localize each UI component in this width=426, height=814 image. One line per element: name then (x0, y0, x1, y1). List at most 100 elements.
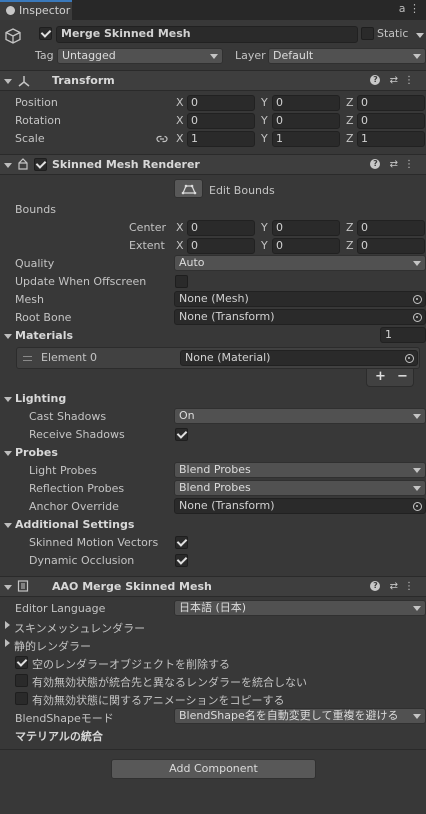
chevron-down-icon (413, 486, 421, 491)
bounds-label: Bounds (15, 203, 56, 216)
help-icon[interactable]: ? (370, 581, 381, 591)
dynamic-occlusion-checkbox[interactable] (175, 554, 188, 567)
rotation-x-input[interactable]: 0 (187, 113, 255, 129)
object-name-input[interactable]: Merge Skinned Mesh (56, 26, 358, 43)
quality-dropdown[interactable]: Auto (174, 255, 426, 271)
rotation-label: Rotation (15, 114, 62, 127)
editor-language-dropdown[interactable]: 日本語 (日本) (174, 600, 426, 616)
rotation-z-input[interactable]: 0 (357, 113, 425, 129)
foldout-arrow-icon[interactable] (4, 163, 12, 168)
element0-object-field[interactable]: None (Material) (180, 350, 418, 366)
axis-x-label: X (176, 132, 184, 145)
blendshape-mode-dropdown[interactable]: BlendShape名を自動変更して重複を避ける (174, 708, 426, 724)
mesh-object-field[interactable]: None (Mesh) (174, 291, 426, 307)
position-z-input[interactable]: 0 (357, 95, 425, 111)
editor-language-label: Editor Language (15, 602, 106, 615)
element0-value: None (Material) (185, 351, 271, 364)
quality-label: Quality (15, 257, 55, 270)
extent-y-input[interactable]: 0 (272, 238, 340, 254)
extent-x-input[interactable]: 0 (187, 238, 255, 254)
reflection-probes-label: Reflection Probes (29, 482, 125, 495)
light-probes-dropdown[interactable]: Blend Probes (174, 462, 426, 478)
probes-foldout-icon[interactable] (4, 451, 12, 456)
remove-empty-checkbox[interactable] (15, 656, 28, 669)
tab-inspector[interactable]: Inspector (0, 0, 72, 20)
transform-header[interactable]: Transform ? ⇄⋮ (0, 70, 426, 91)
preset-icon[interactable]: ⇄ (390, 581, 404, 592)
edit-bounds-button[interactable] (174, 179, 203, 198)
copy-enable-animation-checkbox[interactable] (15, 692, 28, 705)
materials-foldout-icon[interactable] (4, 334, 12, 339)
skinned-renderers-label[interactable]: スキンメッシュレンダラー (14, 620, 145, 636)
mesh-value: None (Mesh) (179, 292, 249, 305)
cast-shadows-dropdown[interactable]: On (174, 408, 426, 424)
foldout-arrow-icon[interactable] (4, 585, 12, 590)
probes-label[interactable]: Probes (15, 446, 58, 459)
scale-z-input[interactable]: 1 (357, 131, 425, 147)
help-icon[interactable]: ? (370, 75, 381, 85)
object-active-checkbox[interactable] (39, 27, 52, 40)
skinned-renderers-foldout-icon[interactable] (5, 621, 10, 629)
additional-settings-label[interactable]: Additional Settings (15, 518, 134, 531)
additional-settings-foldout-icon[interactable] (4, 523, 12, 528)
object-picker-icon[interactable] (405, 354, 414, 363)
material-merge-label: マテリアルの統合 (15, 730, 103, 743)
update-offscreen-label: Update When Offscreen (15, 275, 147, 288)
static-renderers-foldout-icon[interactable] (5, 639, 10, 647)
foldout-arrow-icon[interactable] (4, 79, 12, 84)
constrain-proportions-link-icon[interactable] (156, 134, 168, 144)
lock-icon[interactable]: 𝖺 (399, 2, 406, 15)
static-checkbox[interactable] (361, 27, 374, 40)
more-icon[interactable]: ⋮ (404, 581, 420, 592)
static-dropdown-icon[interactable] (416, 33, 424, 38)
object-picker-icon[interactable] (413, 295, 422, 304)
add-component-button[interactable]: Add Component (111, 759, 316, 779)
center-x-input[interactable]: 0 (187, 220, 255, 236)
drag-handle-icon[interactable] (23, 356, 32, 361)
smr-enabled-checkbox[interactable] (34, 158, 47, 171)
materials-label[interactable]: Materials (15, 329, 73, 342)
object-picker-icon[interactable] (413, 313, 422, 322)
preset-icon[interactable]: ⇄ (390, 159, 404, 170)
info-icon (6, 6, 15, 15)
extent-z-input[interactable]: 0 (357, 238, 425, 254)
materials-size-input[interactable]: 1 (380, 327, 426, 343)
position-x-input[interactable]: 0 (187, 95, 255, 111)
tab-menu[interactable]: 𝖺 ⋮ (399, 2, 420, 15)
remove-element-button[interactable]: − (397, 369, 408, 385)
receive-shadows-checkbox[interactable] (175, 428, 188, 441)
lighting-foldout-icon[interactable] (4, 397, 12, 402)
lighting-label[interactable]: Lighting (15, 392, 66, 405)
update-offscreen-checkbox[interactable] (175, 275, 188, 288)
axis-z-label: Z (346, 114, 354, 127)
chevron-down-icon (413, 414, 421, 419)
chevron-down-icon (413, 714, 421, 719)
preset-icon[interactable]: ⇄ (390, 75, 404, 86)
more-icon[interactable]: ⋮ (404, 75, 420, 86)
help-icon[interactable]: ? (370, 159, 381, 169)
object-picker-icon[interactable] (413, 502, 422, 511)
layer-dropdown[interactable]: Default (268, 48, 426, 64)
center-y-input[interactable]: 0 (272, 220, 340, 236)
rotation-y-input[interactable]: 0 (272, 113, 340, 129)
smr-title: Skinned Mesh Renderer (52, 158, 200, 171)
anchor-override-object-field[interactable]: None (Transform) (174, 498, 426, 514)
axis-x-label: X (176, 239, 184, 252)
more-icon[interactable]: ⋮ (404, 159, 420, 170)
smr-header[interactable]: Skinned Mesh Renderer ? ⇄⋮ (0, 154, 426, 175)
scale-y-input[interactable]: 1 (272, 131, 340, 147)
position-y-input[interactable]: 0 (272, 95, 340, 111)
add-element-button[interactable]: + (375, 369, 386, 385)
tab-bar: Inspector 𝖺 ⋮ (0, 0, 426, 20)
center-z-input[interactable]: 0 (357, 220, 425, 236)
tag-dropdown-value: Untagged (62, 49, 116, 62)
aao-header[interactable]: AAO Merge Skinned Mesh ? ⇄⋮ (0, 576, 426, 597)
root-bone-object-field[interactable]: None (Transform) (174, 309, 426, 325)
static-renderers-label[interactable]: 静的レンダラー (14, 638, 91, 654)
skinned-motion-vectors-checkbox[interactable] (175, 536, 188, 549)
scale-x-input[interactable]: 1 (187, 131, 255, 147)
tag-dropdown[interactable]: Untagged (57, 48, 223, 64)
skip-enable-mismatch-checkbox[interactable] (15, 674, 28, 687)
reflection-probes-dropdown[interactable]: Blend Probes (174, 480, 426, 496)
more-icon[interactable]: ⋮ (409, 2, 420, 15)
